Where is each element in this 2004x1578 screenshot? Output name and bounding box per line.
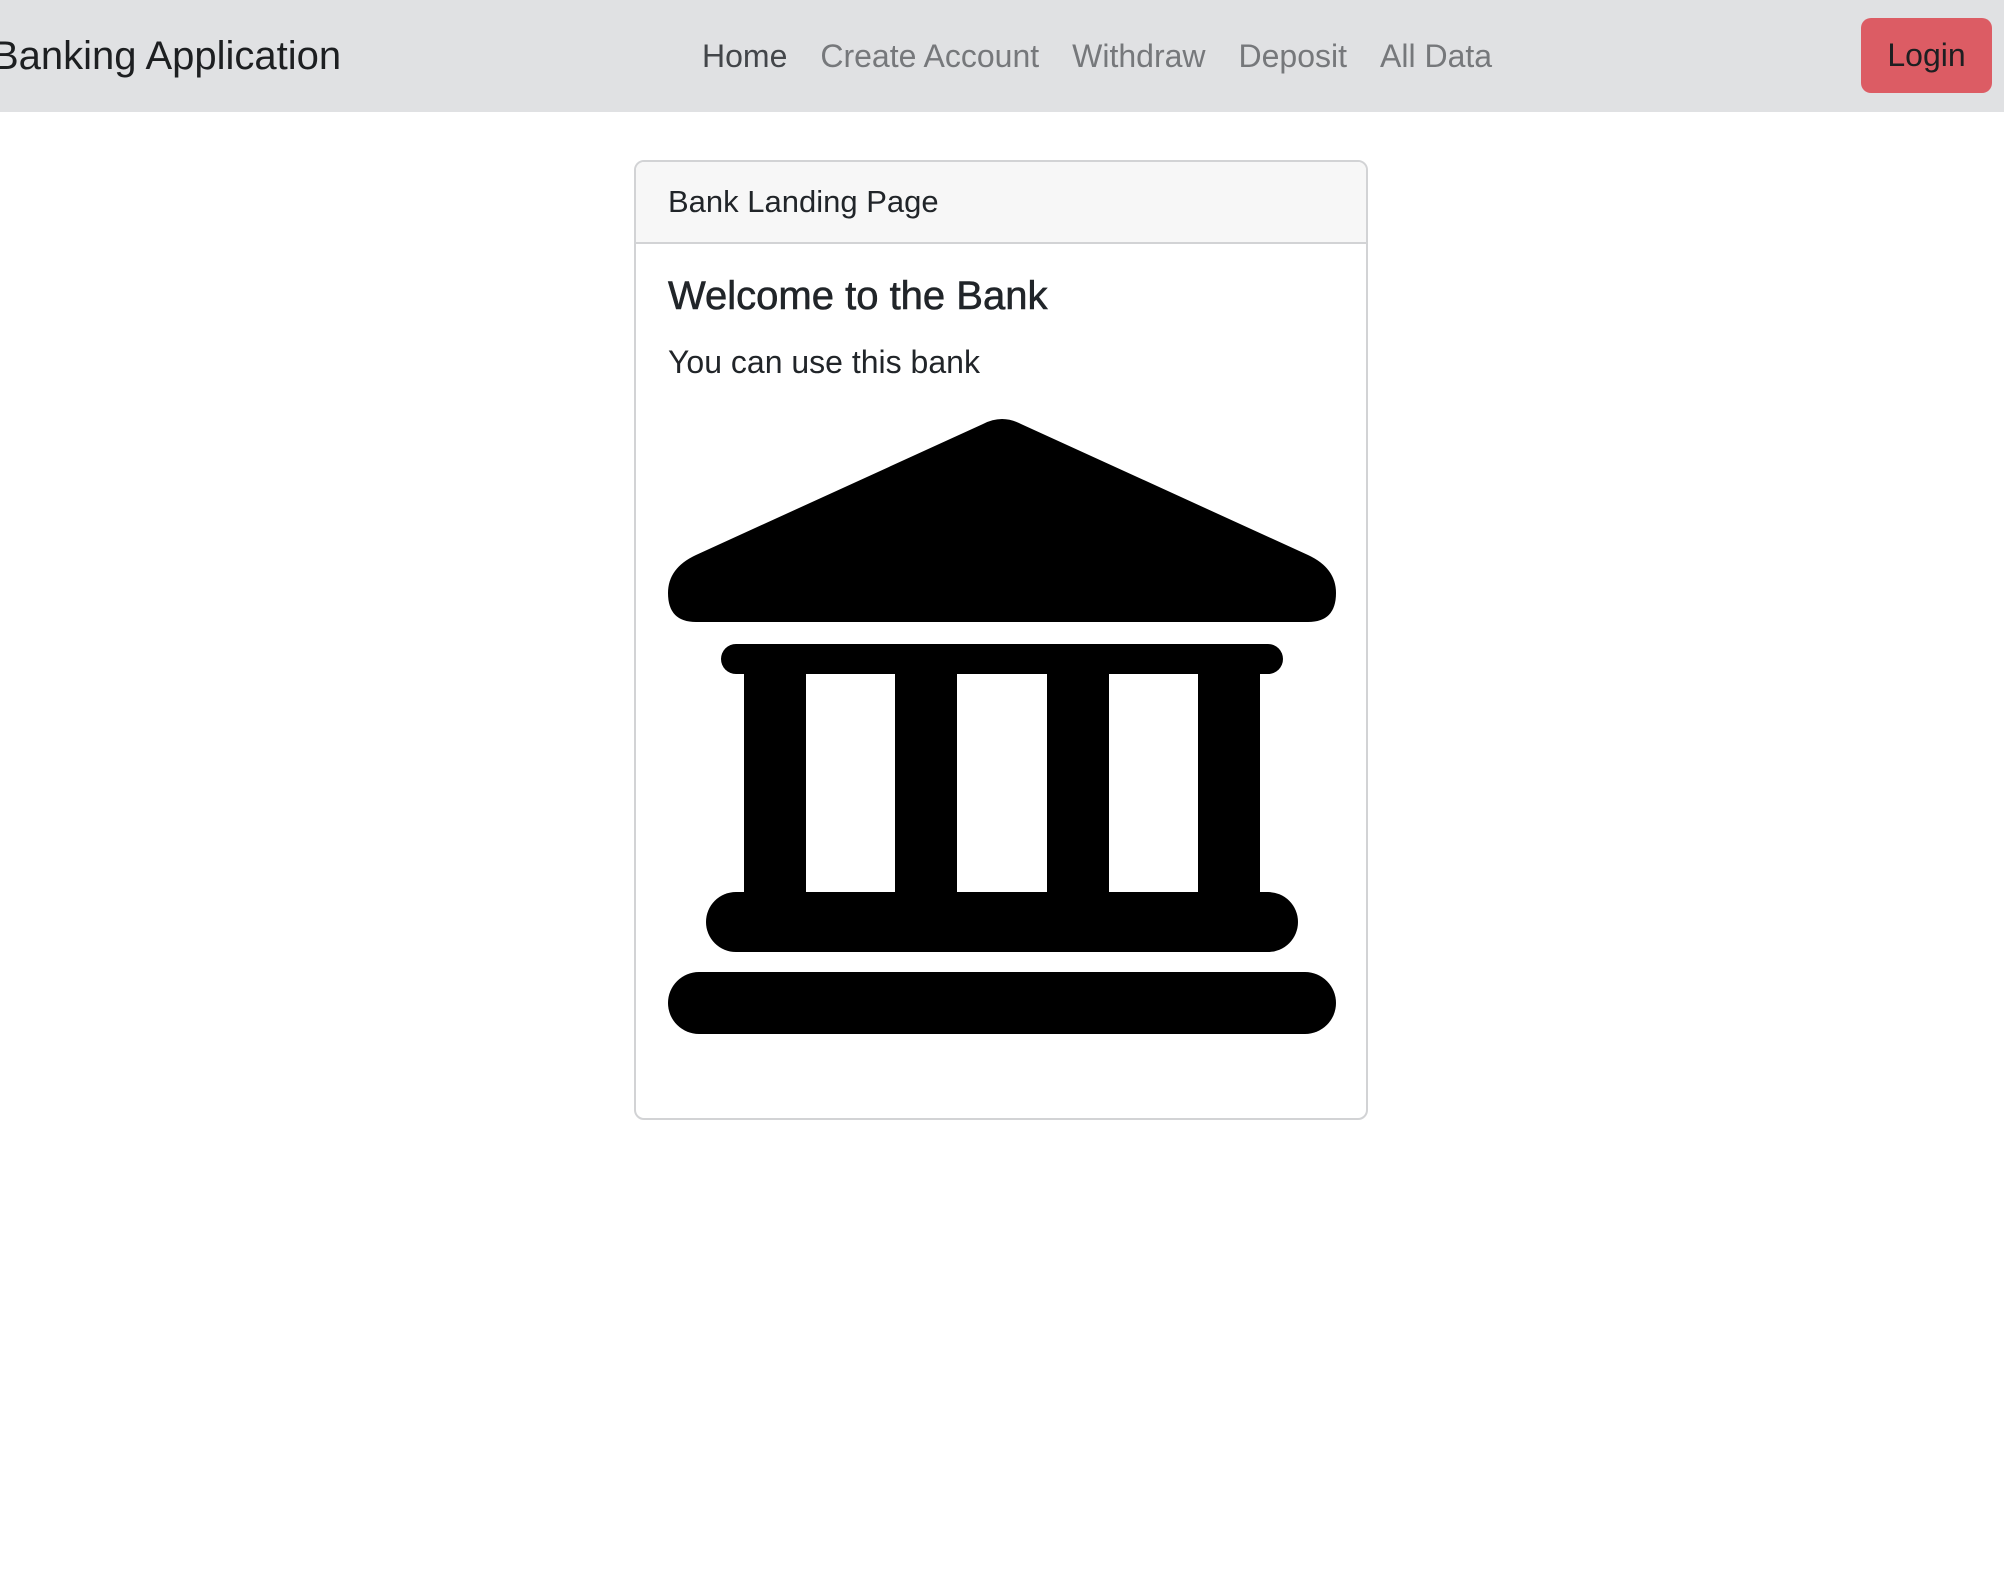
- card-title: Welcome to the Bank: [668, 274, 1048, 319]
- navbar: Banking Application Home Create Account …: [0, 0, 2004, 112]
- login-button[interactable]: Login: [1861, 18, 1992, 93]
- nav-link-home[interactable]: Home: [702, 38, 787, 75]
- nav-links: Home Create Account Withdraw Deposit All…: [702, 0, 1525, 112]
- landing-card: Bank Landing Page Welcome to the Bank Yo…: [634, 160, 1368, 1120]
- card-header: Bank Landing Page: [636, 162, 1366, 244]
- bank-icon: [668, 419, 1336, 1034]
- navbar-brand[interactable]: Banking Application: [0, 0, 341, 112]
- nav-link-withdraw[interactable]: Withdraw: [1072, 38, 1205, 75]
- nav-link-all-data[interactable]: All Data: [1380, 38, 1492, 75]
- nav-link-deposit[interactable]: Deposit: [1239, 38, 1348, 75]
- nav-link-create-account[interactable]: Create Account: [820, 38, 1039, 75]
- card-text: You can use this bank: [668, 344, 980, 380]
